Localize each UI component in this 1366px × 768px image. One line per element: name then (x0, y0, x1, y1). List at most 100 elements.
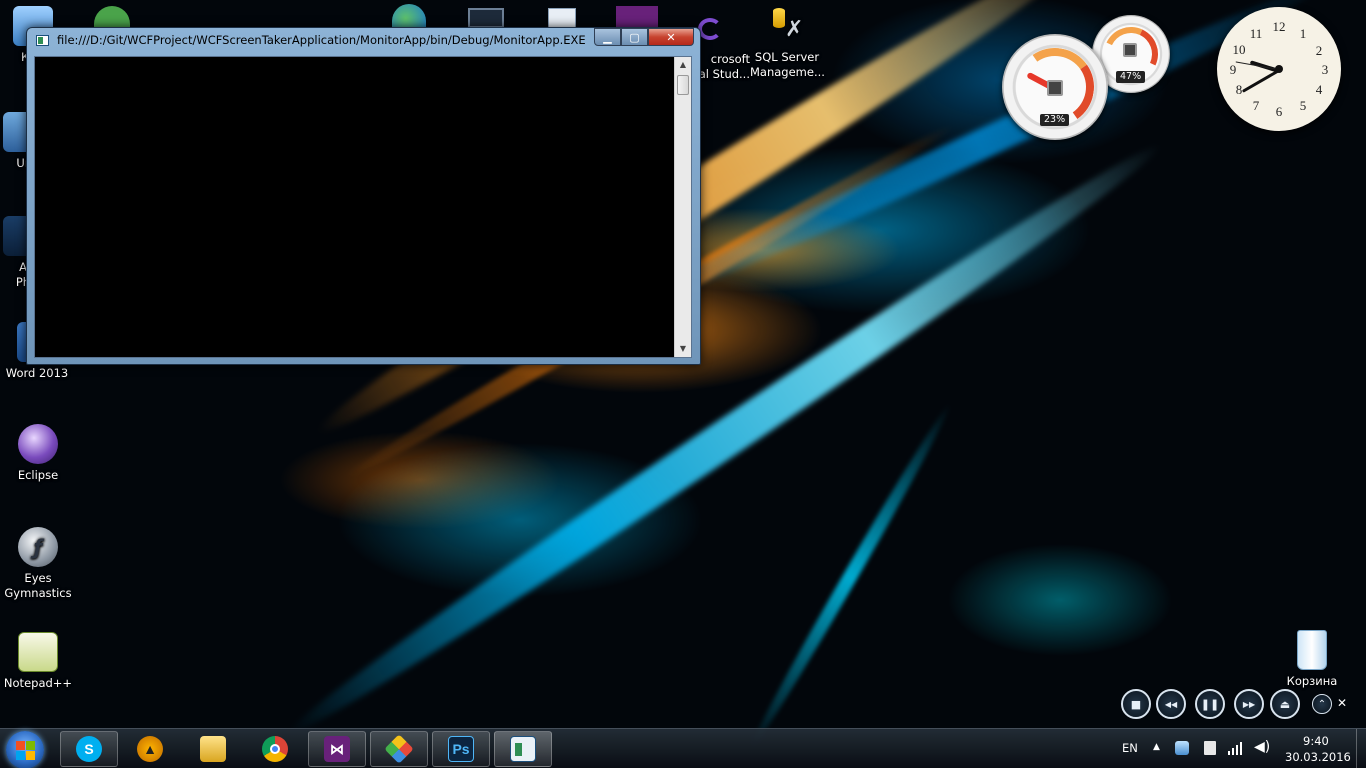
monitor-app-window[interactable]: file:///D:/Git/WCFProject/WCFScreenTaker… (26, 27, 701, 365)
window-controls: ▁ ▢ ✕ (594, 28, 694, 46)
signal-bar (1228, 751, 1230, 755)
desktop-icon-label: Word 2013 (5, 366, 69, 380)
close-button[interactable]: ✕ (648, 28, 694, 46)
taskbar-skype[interactable]: S (60, 731, 118, 767)
show-desktop-button[interactable] (1356, 729, 1366, 768)
scroll-thumb[interactable] (677, 75, 689, 95)
cpu-gauge[interactable]: 23% (1002, 34, 1108, 140)
clock-date[interactable]: 30.03.2016 (1285, 750, 1351, 764)
windows-logo-red (16, 741, 25, 750)
explorer-icon (200, 736, 226, 762)
window-titlebar[interactable]: file:///D:/Git/WCFProject/WCFScreenTaker… (27, 28, 700, 54)
vs-purple-icon (698, 18, 722, 40)
photoshop-icon: Ps (448, 736, 474, 762)
document-desktop-icon[interactable] (548, 8, 576, 28)
monitor-desktop-icon[interactable] (468, 8, 504, 28)
taskbar-explorer[interactable] (193, 731, 233, 767)
vs-desktop-icon[interactable] (616, 6, 658, 28)
maximize-button[interactable]: ▢ (621, 28, 648, 46)
clock-number: 5 (1299, 98, 1307, 113)
skype-desktop-icon[interactable] (94, 6, 130, 28)
media-stop-button[interactable]: ■ (1121, 689, 1151, 719)
media-eject-button[interactable]: ⏏ (1270, 689, 1300, 719)
clock-number: 6 (1275, 104, 1283, 119)
desktop-icon-label: Eclipse (17, 468, 59, 482)
media-close-icon[interactable]: ✕ (1337, 696, 1347, 710)
eclipse-icon (18, 424, 58, 464)
taskbar: S ▲ ⋈ Ps EN ▲ ◀) 9:40 30.03.2016 (0, 728, 1366, 768)
clock-number: 7 (1252, 98, 1260, 113)
taskbar-aimp[interactable]: ▲ (130, 731, 170, 767)
clock-center-pin (1275, 65, 1283, 73)
clock-number: 2 (1315, 43, 1323, 58)
windows-logo-yellow (26, 751, 35, 760)
clock-number: 1 (1299, 26, 1307, 41)
clock-number: 10 (1232, 42, 1246, 57)
clock-number: 12 (1272, 19, 1286, 34)
desktop-icon-label: Notepad++ (3, 676, 73, 690)
sql-server-icon: ✗ (767, 6, 807, 46)
show-hidden-icons-icon[interactable]: ▲ (1153, 742, 1160, 752)
taskbar-visual-studio[interactable]: ⋈ (308, 731, 366, 767)
network-tray-icon[interactable] (1175, 741, 1189, 755)
clock-gadget[interactable]: 12 1 2 3 4 5 6 7 8 9 10 11 (1217, 7, 1341, 131)
desktop-icon-notepadpp[interactable]: Notepad++ (1, 632, 75, 691)
monitor-app-icon (510, 736, 536, 762)
chrome-icon (262, 736, 288, 762)
memory-percent: 47% (1116, 71, 1146, 83)
visual-studio-icon: ⋈ (324, 736, 350, 762)
clock-minute-hand (1241, 69, 1280, 93)
skype-icon: S (76, 736, 102, 762)
wallpaper-streak-cyan-3 (743, 400, 957, 754)
media-collapse-button[interactable]: ⌃ (1312, 694, 1332, 714)
network-desktop-icon[interactable] (392, 4, 426, 28)
language-indicator[interactable]: EN (1122, 741, 1138, 755)
tools-glyph: ✗ (785, 17, 804, 42)
clock-time[interactable]: 9:40 (1303, 734, 1329, 748)
signal-bar (1232, 748, 1234, 755)
flash-icon: ƒ (18, 527, 58, 567)
taskbar-photoshop[interactable]: Ps (432, 731, 490, 767)
aimp-icon: ▲ (137, 736, 163, 762)
clock-number: 11 (1249, 26, 1263, 41)
windows-logo-blue (16, 751, 25, 760)
cpu-chip-icon (1047, 80, 1063, 96)
taskbar-git-extensions[interactable] (370, 731, 428, 767)
notepadpp-icon (18, 632, 58, 672)
desktop-icon-eclipse[interactable]: Eclipse (1, 424, 75, 483)
recycle-bin-icon (1297, 630, 1327, 670)
git-extensions-icon (384, 734, 414, 764)
desktop-icon-label: SQL Server Manageme... (750, 50, 825, 79)
clock-number: 3 (1321, 62, 1329, 77)
start-button[interactable] (6, 731, 44, 768)
clock-number: 4 (1315, 82, 1323, 97)
taskbar-chrome[interactable] (255, 731, 295, 767)
media-pause-button[interactable]: ❚❚ (1195, 689, 1225, 719)
desktop-icon-label: Корзина (1286, 674, 1338, 688)
volume-icon[interactable]: ◀) (1254, 739, 1270, 755)
signal-bar (1240, 742, 1242, 755)
chrome-center (270, 744, 280, 754)
action-center-icon[interactable] (1204, 741, 1216, 755)
window-title: file:///D:/Git/WCFProject/WCFScreenTaker… (57, 33, 586, 47)
desktop-icon-label: Eyes Gymnastics (4, 571, 72, 600)
database-cylinder (773, 8, 785, 28)
desktop-icon-sql-server[interactable]: ✗ SQL Server Manageme... (750, 6, 825, 80)
cpu-percent: 23% (1040, 114, 1070, 126)
signal-bar (1236, 745, 1238, 755)
scroll-up-arrow-icon[interactable]: ▲ (675, 57, 691, 73)
scroll-down-arrow-icon[interactable]: ▼ (675, 341, 691, 357)
desktop-icon-eyes-gymnastics[interactable]: ƒ Eyes Gymnastics (1, 527, 75, 601)
console-output-area[interactable]: ▲ ▼ (34, 56, 692, 358)
taskbar-monitor-app[interactable] (494, 731, 552, 767)
vertical-scrollbar[interactable]: ▲ ▼ (674, 57, 691, 357)
clock-number: 9 (1229, 62, 1237, 77)
media-next-button[interactable]: ▶▶ (1234, 689, 1264, 719)
media-previous-button[interactable]: ◀◀ (1156, 689, 1186, 719)
windows-logo-green (26, 741, 35, 750)
desktop-icon-recycle-bin[interactable]: Корзина (1275, 630, 1349, 689)
minimize-button[interactable]: ▁ (594, 28, 621, 46)
monitor-app-icon-accent (515, 743, 522, 756)
console-app-icon (36, 35, 49, 46)
signal-bars-icon[interactable] (1228, 741, 1244, 755)
